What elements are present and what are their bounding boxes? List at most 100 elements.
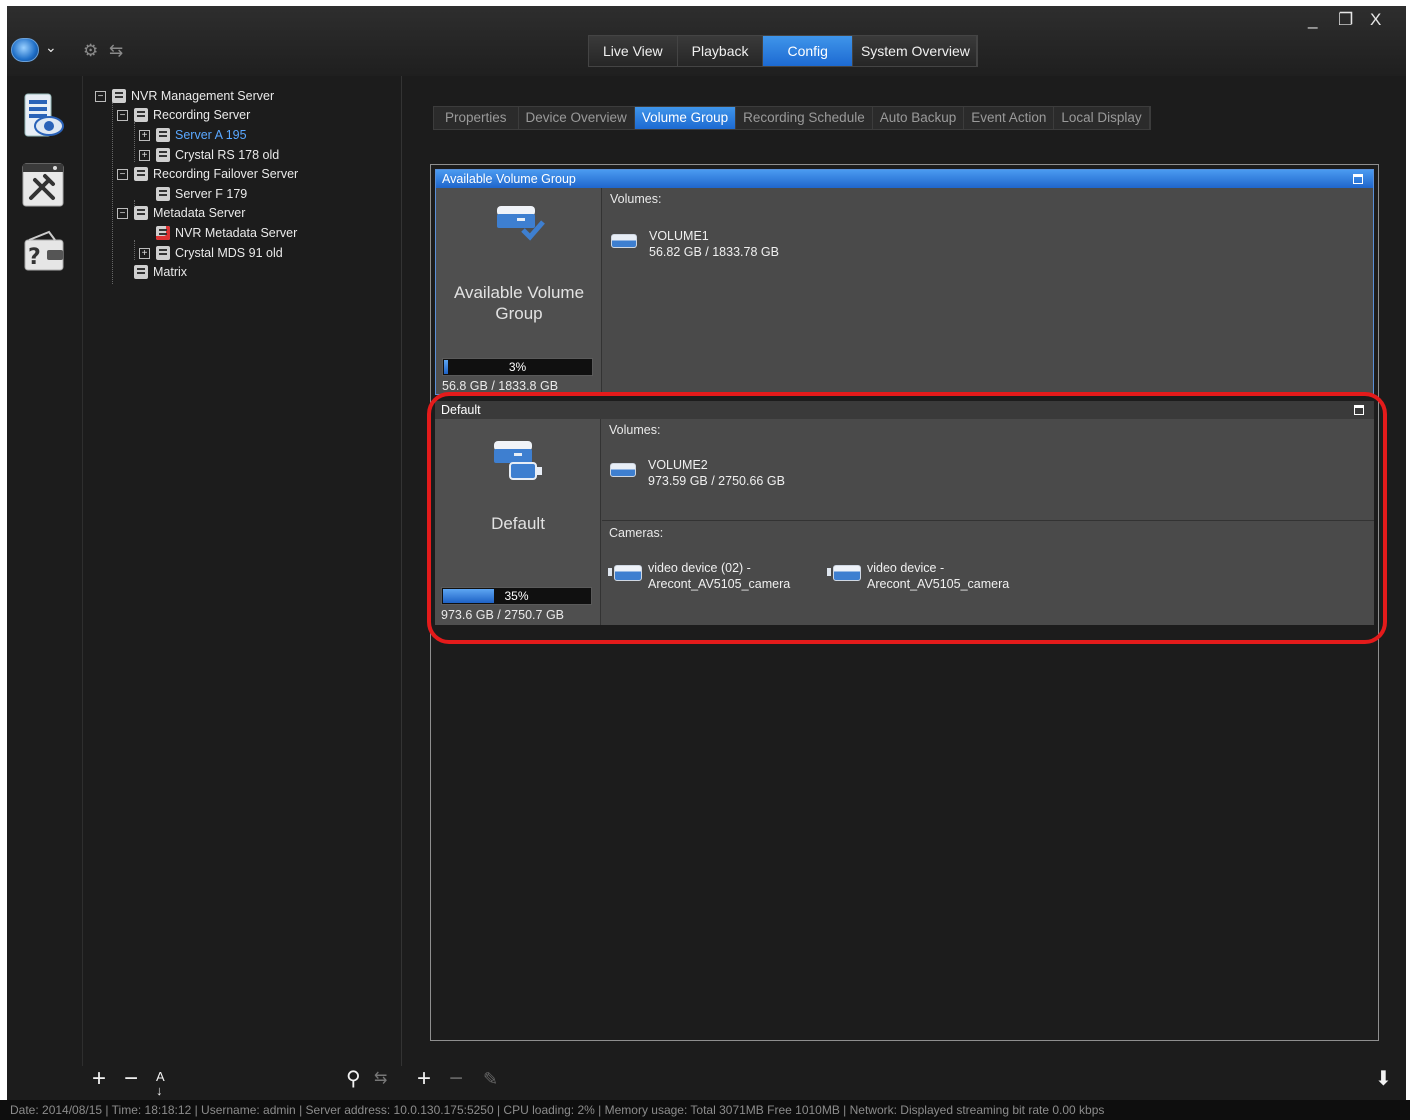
tree-node-recording-server[interactable]: − Recording Server	[117, 106, 250, 124]
volumes-label: Volumes:	[609, 423, 661, 437]
usage-size: 973.6 GB / 2750.7 GB	[441, 608, 564, 622]
usage-size: 56.8 GB / 1833.8 GB	[442, 379, 559, 393]
edit-pencil-icon[interactable]: ✎	[483, 1064, 498, 1094]
tree-node-label: Crystal RS 178 old	[175, 148, 280, 162]
group-volumes: Volumes: VOLUME2 973.59 GB / 2750.66 GB	[602, 419, 1374, 521]
mode-tabs: Live View Playback Config System Overvie…	[588, 35, 978, 67]
config-sub-tabs: Properties Device Overview Volume Group …	[433, 106, 1151, 130]
group-name: Available Volume Group	[453, 283, 585, 323]
group-header-label: Default	[441, 403, 481, 417]
camera-item[interactable]: video device (02) - Arecont_AV5105_camer…	[608, 560, 790, 592]
camera-name-line2: Arecont_AV5105_camera	[867, 577, 1010, 591]
sync-icon[interactable]: ⇆	[109, 41, 123, 61]
metadata-server-icon	[134, 206, 148, 220]
tab-event-action[interactable]: Event Action	[964, 107, 1055, 129]
group-header-label: Available Volume Group	[442, 172, 576, 186]
tab-volume-group[interactable]: Volume Group	[634, 107, 737, 129]
tree-node-server-f[interactable]: Server F 179	[156, 185, 247, 203]
volume-item[interactable]: VOLUME1 56.82 GB / 1833.78 GB	[611, 228, 779, 260]
tab-properties[interactable]: Properties	[434, 107, 519, 129]
tree-node-nvr-management-server[interactable]: − NVR Management Server	[95, 87, 274, 105]
server-monitor-icon[interactable]	[19, 90, 69, 142]
usage-percent: 35%	[504, 589, 529, 603]
camera-icon	[608, 564, 642, 581]
tab-system-overview[interactable]: System Overview	[852, 36, 977, 66]
usage-percent: 3%	[508, 360, 527, 374]
tree-node-metadata-server[interactable]: − Metadata Server	[117, 204, 245, 222]
maximize-icon[interactable]	[1354, 405, 1364, 415]
camera-name-line1: video device (02) -	[648, 561, 751, 575]
device-tree: − NVR Management Server − Recording Serv…	[84, 76, 402, 1066]
tab-auto-backup[interactable]: Auto Backup	[873, 107, 965, 129]
config-content: Properties Device Overview Volume Group …	[403, 76, 1406, 1066]
group-details: Volumes: VOLUME1 56.82 GB / 1833.78 GB	[603, 188, 1373, 394]
chevron-down-icon[interactable]: ⌄	[45, 39, 57, 56]
volume-name: VOLUME1	[649, 229, 709, 243]
camera-name-line2: Arecont_AV5105_camera	[648, 577, 791, 591]
server-icon	[156, 128, 170, 142]
collapse-icon[interactable]: −	[117, 109, 128, 121]
expand-icon[interactable]: +	[139, 149, 150, 161]
tree-toolbar: + − A↓Z ⚲ ⇆	[84, 1064, 402, 1112]
collapse-icon[interactable]: −	[117, 207, 128, 219]
settings-gear-icon[interactable]: ⚙	[83, 41, 98, 61]
volume-size: 56.82 GB / 1833.78 GB	[649, 245, 779, 259]
top-bar: ⌄ ⚙ ⇆ Live View Playback Config System O…	[7, 6, 1406, 76]
maximize-icon[interactable]	[1353, 174, 1363, 184]
tree-node-label: Recording Server	[153, 108, 251, 122]
cameras-label: Cameras:	[609, 526, 664, 540]
volume-item[interactable]: VOLUME2 973.59 GB / 2750.66 GB	[610, 457, 785, 489]
group-summary: Available Volume Group 3% 56.8 GB / 1833…	[436, 188, 602, 394]
group-summary: Default 35% 973.6 GB / 2750.7 GB	[435, 419, 601, 625]
remove-group-button[interactable]: −	[449, 1064, 463, 1094]
collapse-icon[interactable]: −	[95, 90, 106, 102]
tab-config[interactable]: Config	[763, 36, 853, 66]
recording-server-icon	[134, 108, 148, 122]
metadata-server-offline-icon	[156, 226, 170, 240]
minimize-button[interactable]: _	[1308, 10, 1317, 30]
tree-node-crystal-mds[interactable]: + Crystal MDS 91 old	[139, 244, 283, 262]
restore-button[interactable]: ❐	[1338, 10, 1353, 30]
group-header: Default	[435, 401, 1374, 419]
expand-icon[interactable]: +	[139, 247, 150, 259]
add-group-button[interactable]: +	[417, 1064, 431, 1094]
remove-button[interactable]: −	[124, 1064, 138, 1094]
volume-group-panel: Available Volume Group Available Volume …	[430, 164, 1379, 1041]
tree-node-nvr-metadata-server[interactable]: NVR Metadata Server	[156, 224, 297, 242]
left-icon-column: ?	[7, 76, 83, 1066]
close-button[interactable]: X	[1370, 10, 1381, 30]
tab-live-view[interactable]: Live View	[589, 36, 678, 66]
config-tools-icon[interactable]	[19, 160, 69, 212]
camera-icon	[827, 564, 861, 581]
volume-name: VOLUME2	[648, 458, 708, 472]
volume-group-default[interactable]: Default Default 35% 973.6 GB / 2750.7 GB…	[435, 401, 1374, 625]
globe-icon[interactable]	[11, 38, 39, 62]
group-name: Default	[491, 514, 545, 533]
download-arrow-icon[interactable]: ⬇	[1375, 1064, 1392, 1094]
tree-node-matrix[interactable]: Matrix	[134, 263, 187, 281]
add-button[interactable]: +	[92, 1064, 106, 1094]
hard-drive-icon	[611, 234, 637, 248]
tree-node-label: Metadata Server	[153, 206, 246, 220]
tab-device-overview[interactable]: Device Overview	[519, 107, 635, 129]
failover-server-icon	[156, 187, 170, 201]
camera-item[interactable]: video device - Arecont_AV5105_camera	[827, 560, 1009, 592]
svg-text:?: ?	[28, 245, 41, 270]
tree-node-recording-failover-server[interactable]: − Recording Failover Server	[117, 165, 298, 183]
tab-local-display[interactable]: Local Display	[1054, 107, 1150, 129]
tab-playback[interactable]: Playback	[677, 36, 764, 66]
group-header: Available Volume Group	[436, 170, 1373, 188]
collapse-icon[interactable]: −	[117, 168, 128, 180]
tree-node-label: NVR Management Server	[131, 89, 275, 103]
tree-node-server-a[interactable]: + Server A 195	[139, 126, 247, 144]
tree-node-crystal-rs[interactable]: + Crystal RS 178 old	[139, 146, 279, 164]
expand-icon[interactable]: +	[139, 129, 150, 141]
tab-recording-schedule[interactable]: Recording Schedule	[736, 107, 873, 129]
tree-node-label: Recording Failover Server	[153, 167, 299, 181]
search-icon[interactable]: ⚲	[346, 1064, 361, 1094]
usage-bar: 35%	[441, 587, 592, 605]
volume-group-available[interactable]: Available Volume Group Available Volume …	[435, 169, 1374, 395]
tree-node-label: NVR Metadata Server	[175, 226, 298, 240]
help-wallet-icon[interactable]: ?	[19, 226, 69, 278]
sync-icon[interactable]: ⇆	[374, 1064, 387, 1094]
